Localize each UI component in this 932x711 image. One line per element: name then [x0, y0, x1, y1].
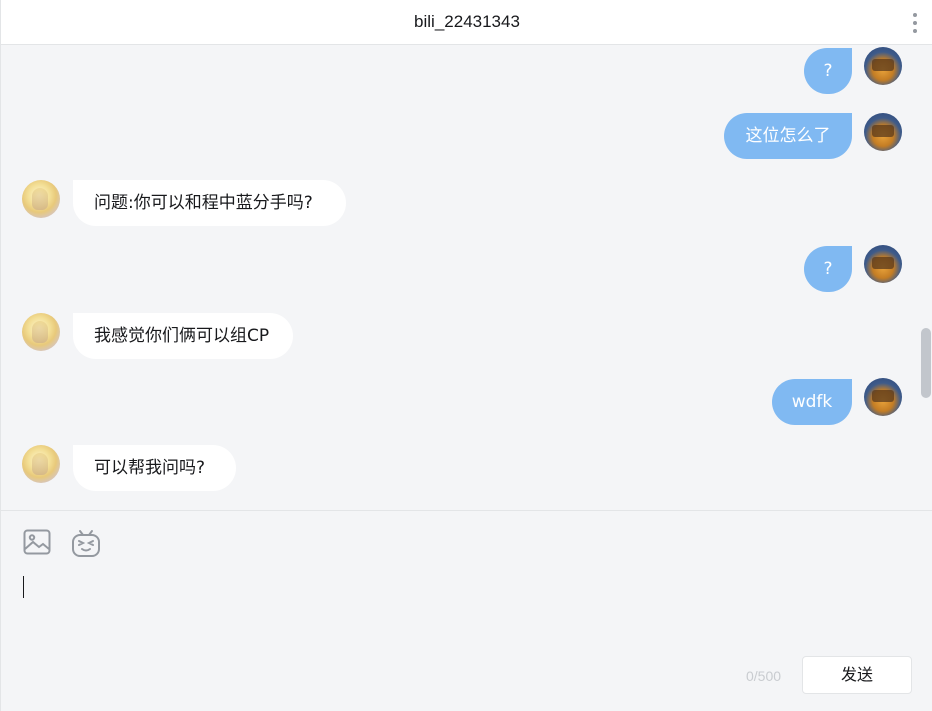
- self-avatar[interactable]: [864, 245, 902, 283]
- message-bubble-self: wdfk: [772, 379, 852, 425]
- chat-title: bili_22431343: [414, 12, 520, 31]
- message-input[interactable]: [23, 573, 903, 653]
- send-button[interactable]: 发送: [802, 656, 912, 694]
- contact-avatar[interactable]: [22, 313, 60, 351]
- message-bubble-contact: 我感觉你们俩可以组CP: [73, 313, 293, 359]
- text-caret: [23, 576, 24, 598]
- self-avatar[interactable]: [864, 47, 902, 85]
- message-bubble-contact: 可以帮我问吗?: [73, 445, 236, 491]
- chat-window: bili_22431343 ? 这位怎么了 问题:你可以和程中蓝分手吗? ? 我…: [0, 0, 932, 711]
- chat-header: bili_22431343: [1, 0, 932, 45]
- message-bubble-self: 这位怎么了: [724, 113, 852, 159]
- self-avatar[interactable]: [864, 113, 902, 151]
- more-dot: [913, 21, 917, 25]
- message-list[interactable]: ? 这位怎么了 问题:你可以和程中蓝分手吗? ? 我感觉你们俩可以组CP wdf…: [1, 46, 932, 510]
- more-dot: [913, 13, 917, 17]
- emoji-icon[interactable]: [71, 528, 100, 557]
- more-vertical-icon[interactable]: [911, 13, 919, 33]
- self-avatar[interactable]: [864, 378, 902, 416]
- character-counter: 0/500: [746, 668, 782, 684]
- scrollbar-thumb[interactable]: [921, 328, 931, 398]
- contact-avatar[interactable]: [22, 445, 60, 483]
- message-composer: 0/500 发送: [1, 510, 932, 711]
- more-dot: [913, 29, 917, 33]
- message-bubble-self: ?: [804, 48, 852, 94]
- contact-avatar[interactable]: [22, 180, 60, 218]
- image-icon[interactable]: [23, 528, 51, 556]
- message-bubble-contact: 问题:你可以和程中蓝分手吗?: [73, 180, 346, 226]
- message-bubble-self: ?: [804, 246, 852, 292]
